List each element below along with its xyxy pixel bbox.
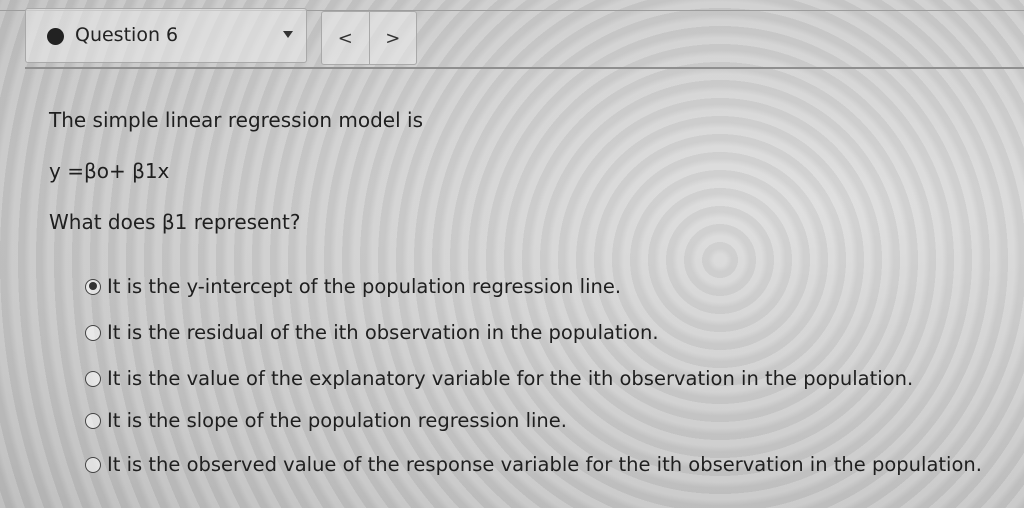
answer-option-3-label: It is the value of the explanatory varia… [107,367,914,390]
next-question-button[interactable]: > [368,12,417,64]
chevron-right-icon: > [385,27,401,49]
question-status-dot-icon [47,28,64,45]
answer-option-4-label: It is the slope of the population regres… [107,409,567,432]
radio-button-2[interactable] [85,324,101,341]
question-selector[interactable]: Question 6 [25,8,307,63]
answer-option-1[interactable]: It is the y-intercept of the population … [85,275,621,298]
answer-option-2-label: It is the residual of the ith observatio… [107,321,659,344]
radio-button-1[interactable] [85,278,101,295]
header-divider [25,67,1024,69]
answer-option-2[interactable]: It is the residual of the ith observatio… [85,321,659,344]
radio-button-5[interactable] [85,456,101,473]
answer-option-3[interactable]: It is the value of the explanatory varia… [85,367,913,390]
regression-equation: y =βo+ β1x [49,159,170,183]
answer-option-1-label: It is the y-intercept of the population … [107,275,622,298]
answer-option-4[interactable]: It is the slope of the population regres… [85,409,567,432]
question-selector-label: Question 6 [75,24,179,46]
answer-option-5-label: It is the observed value of the response… [107,453,982,476]
previous-question-button[interactable]: < [322,12,369,64]
radio-button-3[interactable] [85,370,101,387]
caret-down-icon [283,31,293,38]
answer-option-5[interactable]: It is the observed value of the response… [85,453,982,476]
chevron-left-icon: < [337,27,353,49]
question-prompt: What does β1 represent? [49,210,301,234]
question-intro: The simple linear regression model is [49,108,424,132]
question-nav: < > [321,11,417,65]
radio-button-4[interactable] [85,412,101,429]
